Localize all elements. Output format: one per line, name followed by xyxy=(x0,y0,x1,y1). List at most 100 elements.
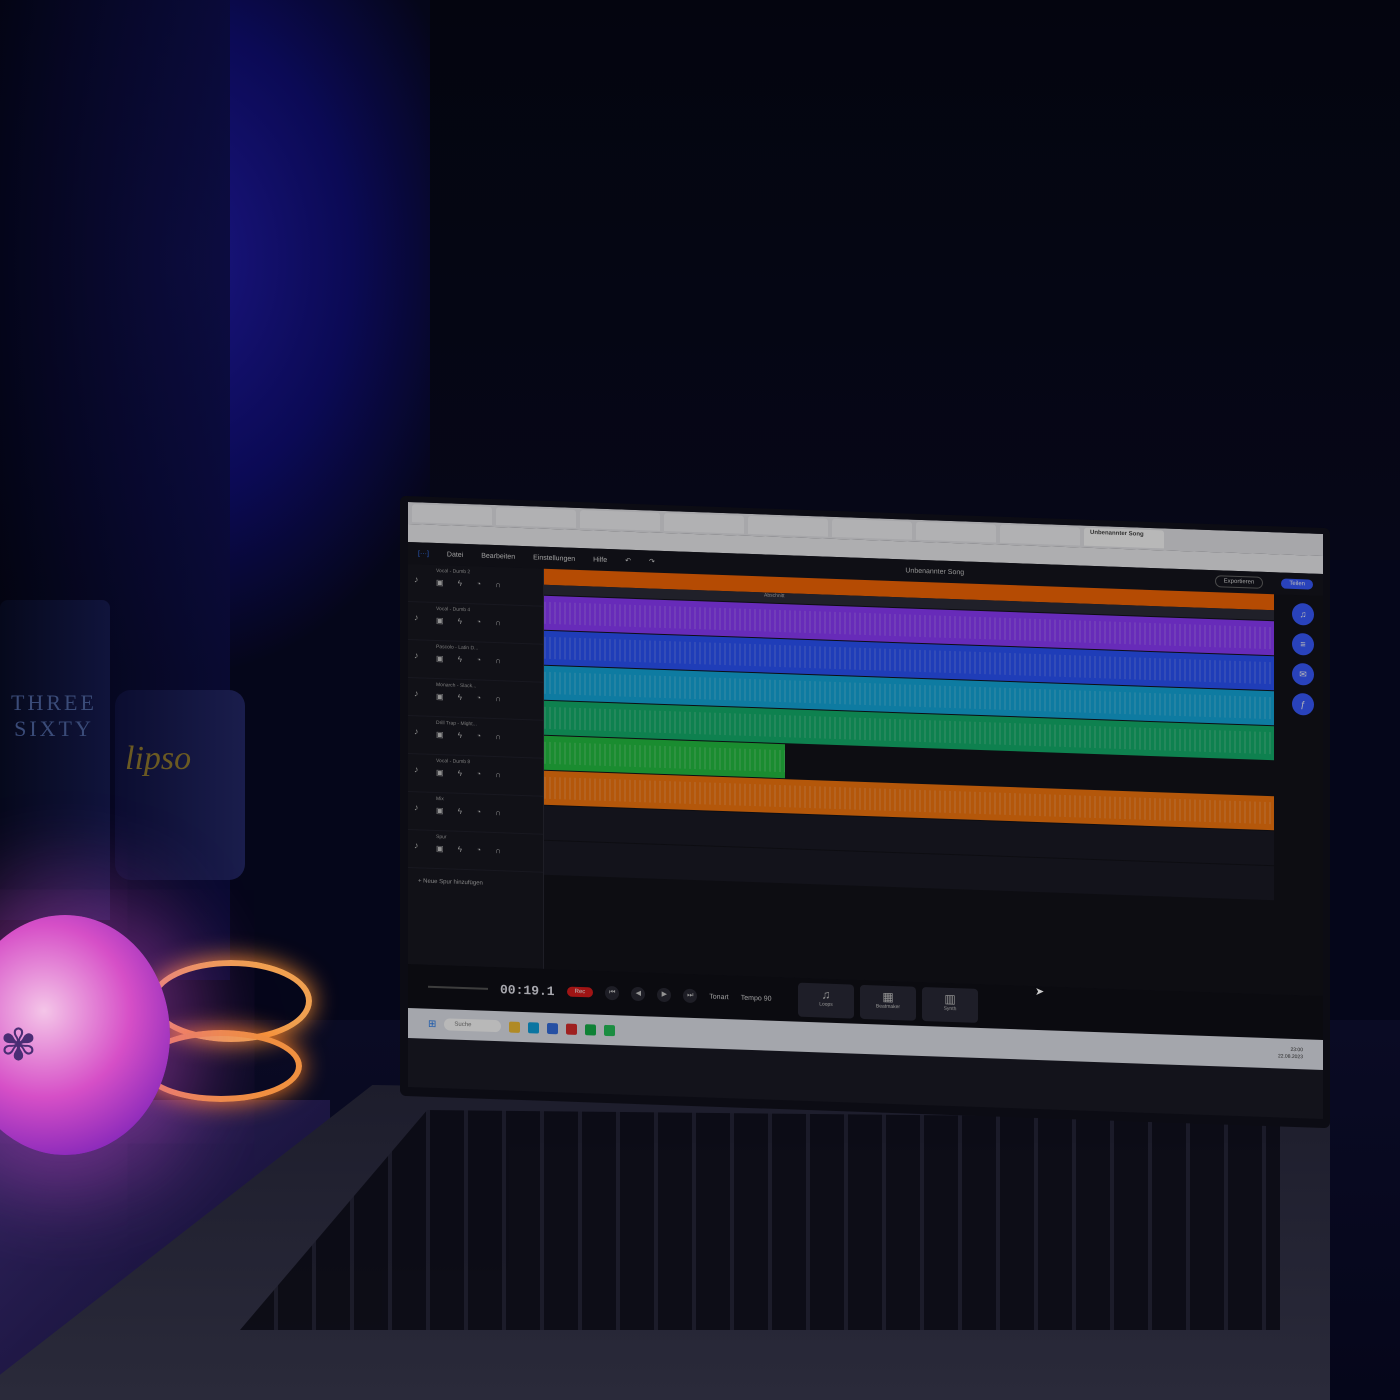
track-name[interactable]: Vocal - Dumb 2 xyxy=(436,568,537,578)
play-icon[interactable]: ▶ xyxy=(657,987,672,1003)
windows-start-icon[interactable]: ⊞ xyxy=(428,1018,436,1029)
clock-date: 22.08.2023 xyxy=(1277,1053,1303,1061)
track-row[interactable]: ♪ Drill Trap - Might... ▣ ϟ ◔ ∩ xyxy=(408,716,543,759)
edge-icon[interactable] xyxy=(528,1021,540,1034)
jar-label: lipso xyxy=(125,740,192,777)
side-panel: ♫ ≡ ✉ ƒ xyxy=(1283,594,1323,996)
app-logo[interactable]: [···] xyxy=(418,550,429,557)
track-name[interactable]: Vocal - Dumb 4 xyxy=(436,606,537,616)
track-controls[interactable]: ▣ ϟ ◔ ∩ xyxy=(436,768,537,781)
mode-label: Loops xyxy=(819,1001,833,1008)
fx-icon[interactable]: ƒ xyxy=(1292,692,1314,716)
menu-file[interactable]: Datei xyxy=(447,551,463,559)
time-display: 00:19.1 xyxy=(500,981,555,999)
track-row[interactable]: ♪ Pascolo - Latin D... ▣ ϟ ◔ ∩ xyxy=(408,640,543,683)
tempo-selector[interactable]: Tempo 90 xyxy=(741,994,772,1002)
file-explorer-icon[interactable] xyxy=(509,1021,521,1033)
menu-settings[interactable]: Einstellungen xyxy=(533,554,575,562)
waveform xyxy=(544,741,785,773)
browser-tab[interactable] xyxy=(496,507,576,528)
track-row[interactable]: ♪ Vocal - Dumb 4 ▣ ϟ ◔ ∩ xyxy=(408,602,543,645)
track-controls[interactable]: ▣ ϟ ◔ ∩ xyxy=(436,844,537,857)
track-controls[interactable]: ▣ ϟ ◔ ∩ xyxy=(436,616,537,629)
track-row[interactable]: ♪ Vocal - Dumb 2 ▣ ϟ ◔ ∩ xyxy=(408,564,543,607)
track-controls[interactable]: ▣ ϟ ◔ ∩ xyxy=(436,692,537,705)
record-icon: ♪ xyxy=(414,840,419,851)
track-name[interactable]: Pascolo - Latin D... xyxy=(436,644,537,654)
lamp-logo-icon: ✾ xyxy=(0,1021,37,1070)
track-controls[interactable]: ▣ ϟ ◔ ∩ xyxy=(436,730,537,743)
mode-switcher: ♫ Loops ▦ Beatmaker ▥ Synth xyxy=(798,982,978,1023)
browser-tab[interactable] xyxy=(664,512,744,534)
browser-tab[interactable] xyxy=(412,504,492,525)
browser-tab[interactable] xyxy=(832,518,912,540)
menu-edit[interactable]: Bearbeiten xyxy=(481,552,515,560)
bottle-label: THREE SIXTY xyxy=(11,690,97,741)
keyboard-icon: ▥ xyxy=(944,991,956,1007)
taskbar-search[interactable]: Suche xyxy=(444,1018,502,1033)
undo-icon[interactable]: ↶ xyxy=(625,557,631,565)
add-track-button[interactable]: + Neue Spur hinzufügen xyxy=(408,868,543,899)
browser-tab[interactable] xyxy=(1000,524,1080,546)
export-button[interactable]: Exportieren xyxy=(1214,575,1264,589)
mixer-icon[interactable]: ≡ xyxy=(1292,632,1314,656)
drum-icon: ♪ xyxy=(414,726,419,737)
music-note-icon[interactable]: ♫ xyxy=(1292,602,1314,626)
bottle xyxy=(0,600,110,920)
track-name[interactable]: Spur xyxy=(436,834,537,844)
browser-tab[interactable] xyxy=(916,521,996,543)
jar xyxy=(115,690,245,880)
daw-workspace: ♪ Vocal - Dumb 2 ▣ ϟ ◔ ∩ ♪ Vocal - Dumb 4 ▣ ϟ… xyxy=(408,564,1323,996)
track-name[interactable]: Vocal - Dumb 8 xyxy=(436,758,537,768)
laptop-screen: Unbenannter Song [···] Datei Bearbeiten … xyxy=(408,502,1323,1119)
track-controls[interactable]: ▣ ϟ ◔ ∩ xyxy=(436,806,537,819)
microphone-icon: ♪ xyxy=(414,650,419,661)
track-list: ♪ Vocal - Dumb 2 ▣ ϟ ◔ ∩ ♪ Vocal - Dumb 4 ▣ ϟ… xyxy=(408,564,544,969)
store-icon[interactable] xyxy=(547,1022,559,1034)
share-button[interactable]: Teilen xyxy=(1281,578,1314,590)
rewind-icon[interactable]: ⏮ xyxy=(605,985,620,1001)
browser-tab[interactable] xyxy=(580,510,660,531)
mouse-cursor-icon: ➤ xyxy=(1035,986,1045,998)
redo-icon[interactable]: ↷ xyxy=(649,557,655,565)
chat-icon[interactable]: ✉ xyxy=(1292,662,1314,686)
track-row[interactable]: ♪ Spur ▣ ϟ ◔ ∩ xyxy=(408,830,543,873)
track-controls[interactable]: ▣ ϟ ◔ ∩ xyxy=(436,654,537,667)
track-name[interactable]: Monarch - Slack... xyxy=(436,682,537,692)
spotify-icon[interactable] xyxy=(585,1023,597,1036)
track-row[interactable]: ♪ Vocal - Dumb 8 ▣ ϟ ◔ ∩ xyxy=(408,754,543,797)
clock-time: 23:00 xyxy=(1290,1046,1303,1054)
mode-button-loops[interactable]: ♫ Loops xyxy=(798,982,854,1019)
track-name[interactable]: Mix xyxy=(436,796,537,806)
track-controls[interactable]: ▣ ϟ ◔ ∩ xyxy=(436,578,537,591)
grid-icon: ▦ xyxy=(882,989,894,1004)
app-icon[interactable] xyxy=(566,1023,578,1035)
mode-label: Beatmaker xyxy=(875,1003,901,1011)
track-row[interactable]: ♪ Mix ▣ ϟ ◔ ∩ xyxy=(408,792,543,835)
whatsapp-icon[interactable] xyxy=(604,1024,616,1036)
key-selector[interactable]: Tonart xyxy=(709,993,728,1001)
track-row[interactable]: ♪ Monarch - Slack... ▣ ϟ ◔ ∩ xyxy=(408,678,543,721)
back-icon[interactable]: ◀ xyxy=(631,986,646,1002)
microphone-icon: ♪ xyxy=(414,574,419,585)
song-title[interactable]: Unbenannter Song xyxy=(905,567,964,576)
microphone-icon: ♪ xyxy=(414,612,419,623)
volume-slider[interactable] xyxy=(428,985,488,990)
mode-label: Synth xyxy=(943,1005,957,1013)
mode-button-beatmaker[interactable]: ▦ Beatmaker xyxy=(860,984,916,1021)
music-note-icon: ♫ xyxy=(821,987,831,1002)
forward-icon[interactable]: ⏭ xyxy=(683,988,698,1004)
record-button[interactable]: Rec xyxy=(566,986,594,998)
taskbar-clock[interactable]: 23:00 22.08.2023 xyxy=(1278,1046,1303,1061)
track-name[interactable]: Drill Trap - Might... xyxy=(436,720,537,730)
microphone-icon: ♪ xyxy=(414,764,419,775)
browser-tab[interactable]: Unbenannter Song xyxy=(1084,527,1164,549)
pencil-icon: ♪ xyxy=(414,802,419,813)
menu-help[interactable]: Hilfe xyxy=(593,556,607,563)
wall xyxy=(430,0,1400,560)
browser-tab[interactable] xyxy=(748,515,828,537)
timeline[interactable]: Abschnitt xyxy=(544,568,1274,994)
mode-button-synth[interactable]: ▥ Synth xyxy=(922,986,978,1023)
